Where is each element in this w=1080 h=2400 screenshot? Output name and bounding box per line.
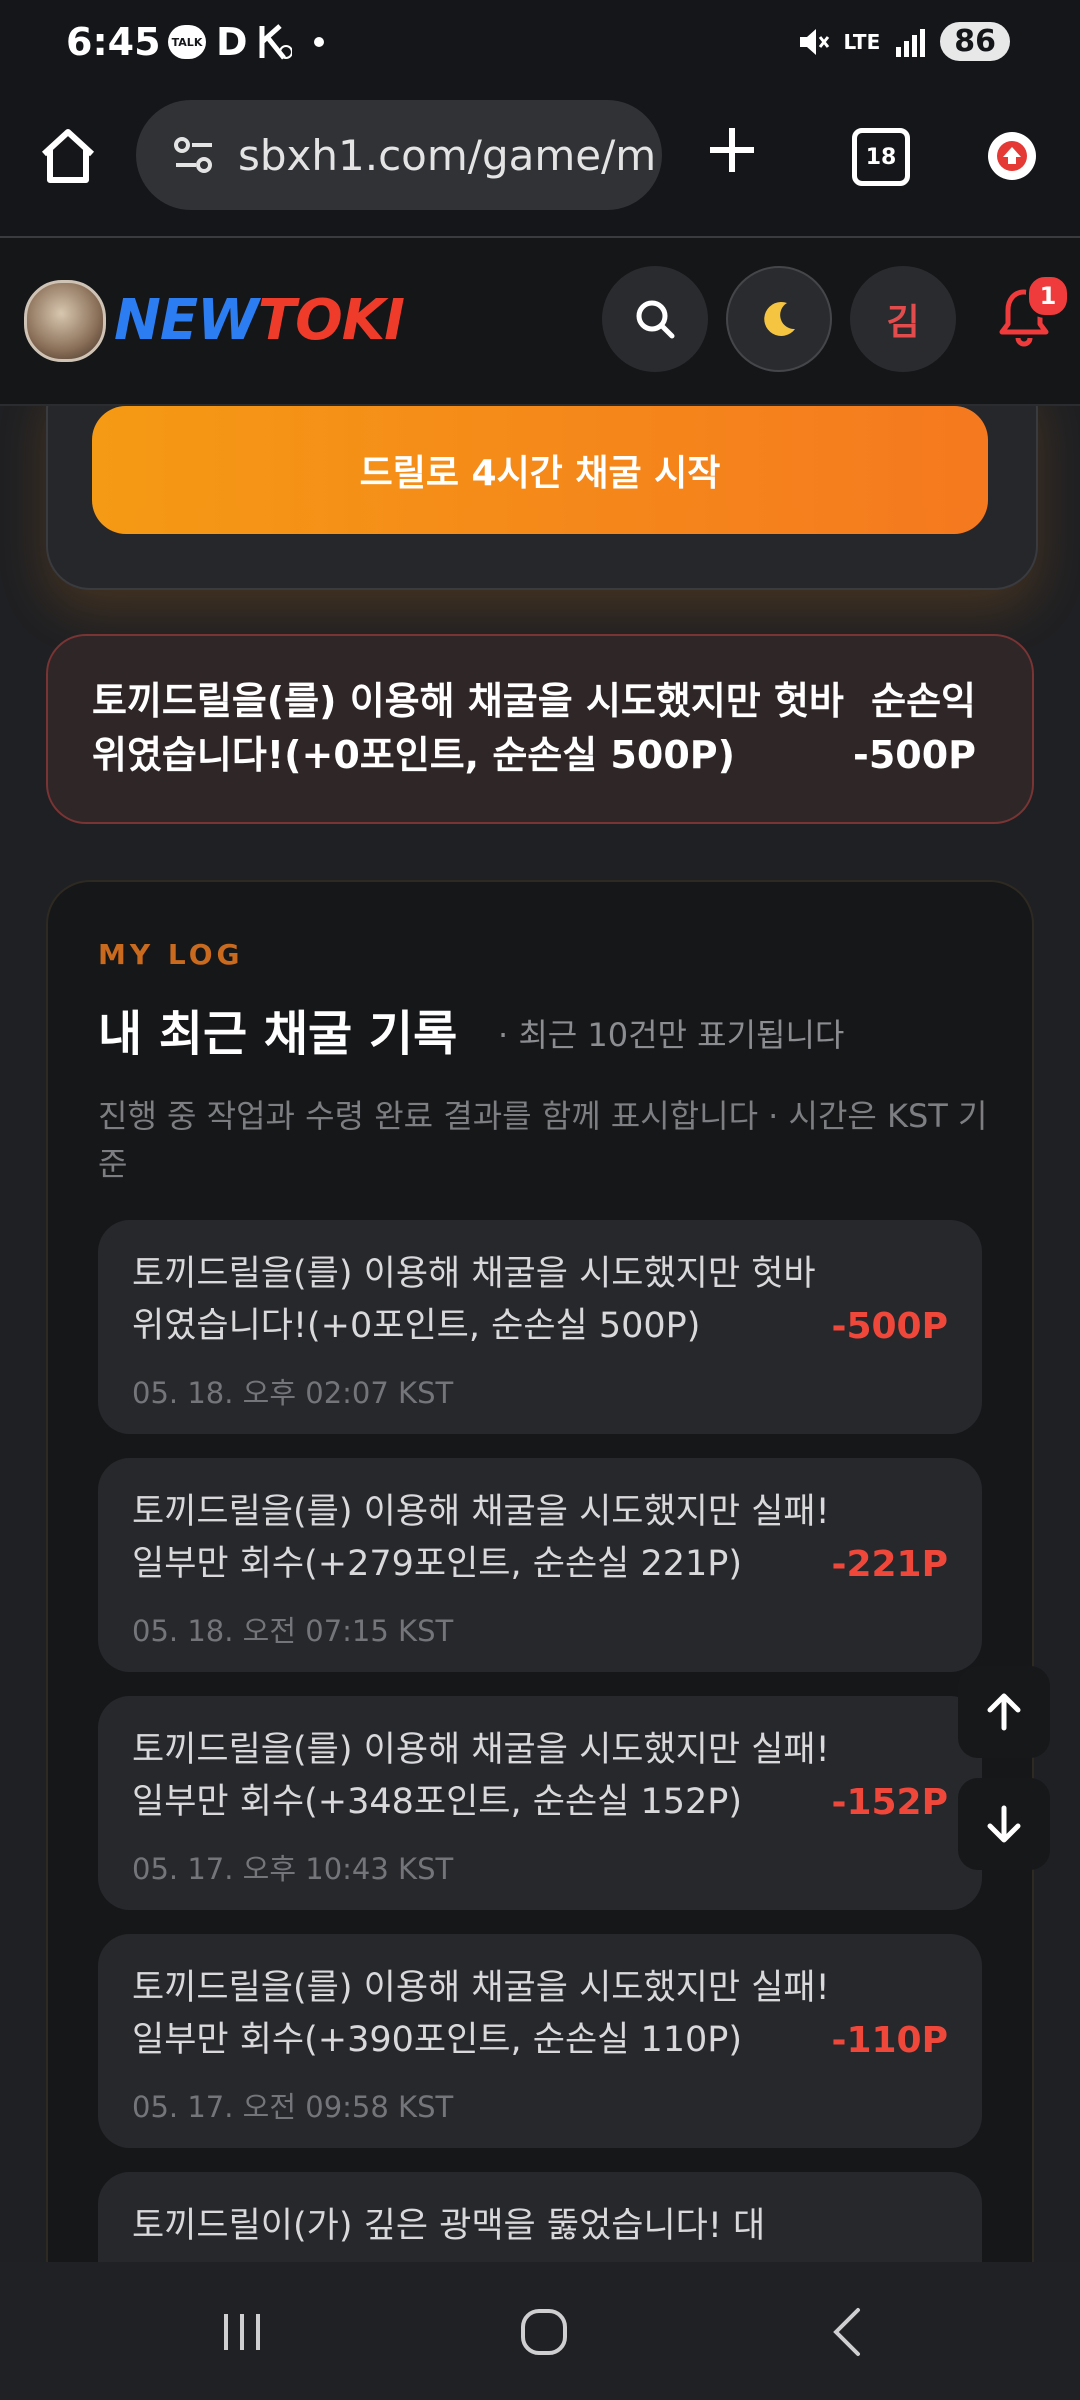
arrow-down-icon — [987, 1805, 1021, 1843]
log-entry-time: 05. 17. 오후 10:43 KST — [132, 1852, 454, 1886]
site-logo[interactable]: NEWTOKI — [114, 288, 405, 353]
user-initial: 김 — [886, 302, 920, 343]
back-button[interactable] — [818, 2306, 878, 2358]
logo-toki: TOKI — [257, 288, 405, 353]
notification-icons: TALK D — [168, 20, 324, 64]
user-profile-button[interactable]: 김 — [850, 266, 956, 372]
d-app-icon: D — [216, 20, 248, 64]
update-button[interactable] — [988, 132, 1036, 180]
mining-result-banner: 토끼드릴을(를) 이용해 채굴을 시도했지만 헛바위였습니다!(+0포인트, 순… — [46, 634, 1034, 824]
log-entry-time: 05. 17. 오전 09:58 KST — [132, 2090, 454, 2124]
recent-apps-icon — [224, 2314, 260, 2350]
search-icon — [636, 300, 675, 339]
home-circle-icon — [521, 2309, 567, 2355]
new-tab-button[interactable] — [706, 124, 758, 185]
signal-icon — [896, 28, 926, 57]
log-entry: 토끼드릴을(를) 이용해 채굴을 시도했지만 실패! 일부만 회수(+279포인… — [98, 1458, 982, 1672]
scroll-to-top-button[interactable] — [958, 1666, 1050, 1758]
notification-badge: 1 — [1026, 274, 1070, 318]
status-bar: 6:45 TALK D LTE 86 — [0, 0, 1080, 92]
log-entry: 토끼드릴이(가) 깊은 광맥을 뚫었습니다! 대 — [98, 2172, 982, 2262]
log-entry-text: 토끼드릴이(가) 깊은 광맥을 뚫었습니다! 대 — [132, 2206, 766, 2246]
start-drill-button[interactable]: 드릴로 4시간 채굴 시작 — [92, 406, 988, 534]
theme-toggle-button[interactable] — [726, 266, 832, 372]
search-button[interactable] — [602, 266, 708, 372]
system-navigation-bar — [0, 2262, 1080, 2400]
log-entry-amount: -500P — [831, 1306, 948, 1347]
scroll-to-bottom-button[interactable] — [958, 1778, 1050, 1870]
log-description: 진행 중 작업과 수령 완료 결과를 함께 표시합니다 · 시간은 KST 기준 — [98, 1097, 988, 1183]
arrow-up-icon — [987, 1693, 1021, 1731]
log-kicker: MY LOG — [98, 938, 244, 971]
log-entry-amount: -110P — [831, 2020, 948, 2061]
log-entry-text: 토끼드릴을(를) 이용해 채굴을 시도했지만 실패! 일부만 회수(+279포인… — [132, 1492, 830, 1584]
tab-switcher-button[interactable]: 18 — [852, 128, 910, 186]
log-title: 내 최근 채굴 기록 — [98, 1006, 458, 1062]
kakaotalk-icon: TALK — [168, 25, 206, 59]
net-profit: 순손익 -500P — [853, 674, 976, 782]
site-header: NEWTOKI 김 1 — [0, 238, 1080, 406]
log-entry-amount: -221P — [831, 1544, 948, 1585]
lte-indicator: LTE — [843, 29, 881, 54]
log-entry: 토끼드릴을(를) 이용해 채굴을 시도했지만 헛바위였습니다!(+0포인트, 순… — [98, 1220, 982, 1434]
browser-toolbar: sbxh1.com/game/mir 18 — [0, 92, 1080, 238]
mute-icon — [799, 28, 829, 55]
site-settings-icon[interactable] — [172, 133, 216, 177]
home-icon[interactable] — [36, 124, 100, 188]
status-right: LTE 86 — [796, 22, 1010, 61]
url-text[interactable]: sbxh1.com/game/mir — [238, 131, 658, 180]
address-bar[interactable]: sbxh1.com/game/mir — [136, 100, 662, 210]
result-message: 토끼드릴을(를) 이용해 채굴을 시도했지만 헛바위였습니다!(+0포인트, 순… — [92, 679, 844, 777]
back-chevron-icon — [833, 2308, 860, 2356]
plus-icon — [710, 128, 754, 172]
log-note: · 최근 10건만 표기됩니다 — [498, 1016, 845, 1054]
log-entry-text: 토끼드릴을(를) 이용해 채굴을 시도했지만 실패! 일부만 회수(+348포인… — [132, 1730, 830, 1822]
moon-icon — [764, 301, 795, 336]
more-notifications-dot — [313, 37, 324, 47]
k-app-icon — [259, 24, 292, 60]
log-entry-time: 05. 18. 오전 07:15 KST — [132, 1614, 454, 1648]
battery-indicator: 86 — [940, 22, 1010, 61]
site-mascot-avatar[interactable] — [24, 280, 106, 362]
recent-apps-button[interactable] — [212, 2306, 272, 2358]
log-entry-text: 토끼드릴을(를) 이용해 채굴을 시도했지만 헛바위였습니다!(+0포인트, 순… — [132, 1254, 816, 1346]
log-entry: 토끼드릴을(를) 이용해 채굴을 시도했지만 실패! 일부만 회수(+390포인… — [98, 1934, 982, 2148]
home-nav-button[interactable] — [514, 2306, 574, 2358]
net-profit-label: 순손익 — [871, 679, 976, 723]
net-profit-value: -500P — [853, 733, 976, 777]
log-entry-time: 05. 18. 오후 02:07 KST — [132, 1376, 454, 1410]
log-entry-amount: -152P — [831, 1782, 948, 1823]
log-entry: 토끼드릴을(를) 이용해 채굴을 시도했지만 실패! 일부만 회수(+348포인… — [98, 1696, 982, 1910]
main-content: 드릴로 4시간 채굴 시작 토끼드릴을(를) 이용해 채굴을 시도했지만 헛바위… — [0, 406, 1080, 2262]
my-log-card: MY LOG 내 최근 채굴 기록 · 최근 10건만 표기됩니다 진행 중 작… — [46, 880, 1034, 2262]
status-time: 6:45 — [66, 20, 161, 64]
logo-new: NEW — [114, 288, 259, 353]
log-entry-text: 토끼드릴을(를) 이용해 채굴을 시도했지만 실패! 일부만 회수(+390포인… — [132, 1968, 830, 2060]
arrow-up-icon — [997, 141, 1027, 171]
